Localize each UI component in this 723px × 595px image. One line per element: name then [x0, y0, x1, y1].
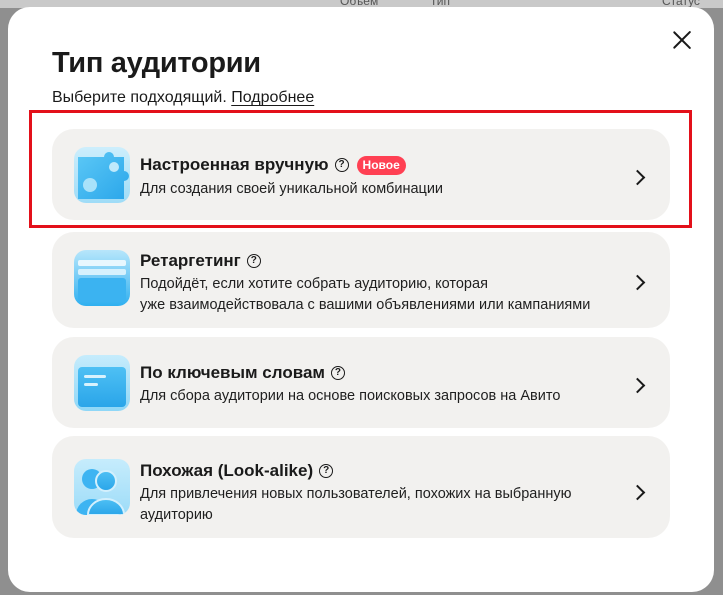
help-icon[interactable]: ? — [319, 464, 334, 478]
people-icon — [74, 459, 130, 515]
description-line: аудиторию — [140, 507, 213, 523]
help-icon[interactable]: ? — [330, 366, 345, 380]
option-retargeting-title-text: Ретаргетинг — [140, 251, 241, 270]
modal-subtitle: Выберите подходящий. Подробнее — [52, 89, 314, 107]
subtitle-text: Выберите подходящий. — [52, 89, 227, 106]
help-icon[interactable]: ? — [246, 254, 261, 268]
chevron-right-icon — [629, 484, 646, 501]
option-keywords[interactable]: По ключевым словам ? Для сбора аудитории… — [52, 337, 670, 428]
option-manual[interactable]: Настроенная вручную ? Новое Для создания… — [52, 129, 670, 220]
stack-icon — [74, 250, 130, 306]
option-lookalike[interactable]: Похожая (Look-alike) ? Для привлечения н… — [52, 436, 670, 538]
chevron-right-icon — [629, 377, 646, 394]
gear-puzzle-icon — [74, 147, 130, 203]
description-line: уже взаимодействовала с вашими объявлени… — [140, 297, 591, 313]
help-icon[interactable]: ? — [334, 158, 349, 172]
option-keywords-title: По ключевым словам ? — [140, 363, 345, 383]
close-icon[interactable] — [668, 26, 696, 54]
description-line: Подойдёт, если хотите собрать аудиторию,… — [140, 276, 488, 292]
option-lookalike-title-text: Похожая (Look-alike) — [140, 461, 314, 480]
option-keywords-description: Для сбора аудитории на основе поисковых … — [140, 388, 561, 404]
option-retargeting-title: Ретаргетинг ? — [140, 251, 261, 271]
option-manual-title: Настроенная вручную ? Новое — [140, 155, 406, 175]
modal-title: Тип аудитории — [52, 47, 261, 79]
description-line: Для привлечения новых пользователей, пох… — [140, 486, 572, 502]
option-retargeting-description: Подойдёт, если хотите собрать аудиторию,… — [140, 274, 590, 316]
option-keywords-title-text: По ключевым словам — [140, 363, 325, 382]
more-link[interactable]: Подробнее — [231, 89, 314, 106]
option-lookalike-title: Похожая (Look-alike) ? — [140, 461, 334, 481]
option-lookalike-description: Для привлечения новых пользователей, пох… — [140, 484, 571, 526]
option-manual-title-text: Настроенная вручную — [140, 155, 329, 174]
new-badge: Новое — [356, 155, 406, 175]
option-manual-description: Для создания своей уникальной комбинации — [140, 181, 444, 197]
keyword-window-icon — [74, 355, 130, 411]
option-retargeting[interactable]: Ретаргетинг ? Подойдёт, если хотите собр… — [52, 232, 670, 328]
chevron-right-icon — [629, 274, 646, 291]
chevron-right-icon — [629, 169, 646, 186]
audience-type-modal: Тип аудитории Выберите подходящий. Подро… — [8, 7, 714, 592]
